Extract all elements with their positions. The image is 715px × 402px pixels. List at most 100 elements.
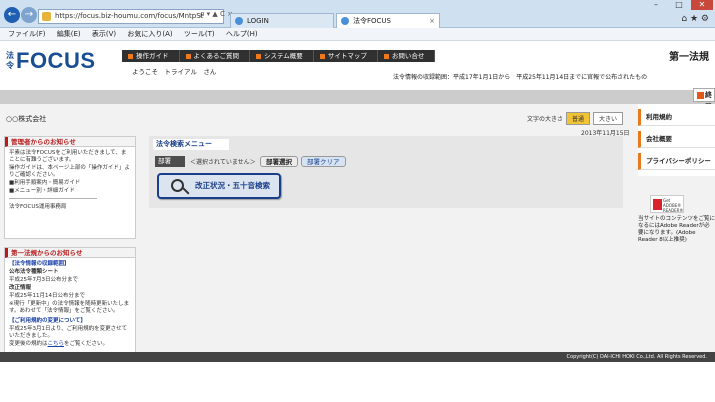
notice-line: 平成25年3月1日より、ご利用規約を変更させていただきました。 <box>9 326 128 339</box>
nav-guide[interactable]: 操作ガイド <box>122 50 180 62</box>
nav-label: お問い合せ <box>391 52 425 60</box>
adobe-reader-note: 当サイトのコンテンツをご覧になるにはAdobe Readerが必要になります。(… <box>638 216 715 243</box>
nav-bullet-icon <box>319 53 325 59</box>
home-star-gear-icons[interactable]: ⌂ ★ ⚙ <box>681 14 709 24</box>
notice-line: ■メニュー別・詳細ガイド <box>9 188 75 194</box>
company-logo[interactable]: 第一法規 <box>669 48 709 63</box>
maximize-button[interactable]: □ <box>668 0 690 10</box>
search-menu-box: 法令検索メニュー 部署 ＜選択されていません＞ 部署選択 部署クリア 改正状況・… <box>149 136 623 208</box>
magnifier-icon <box>171 179 184 192</box>
nav-bullet-icon <box>128 53 133 59</box>
global-nav: 操作ガイド よくあるご質問 システム概要 サイトマップ お問い合せ <box>122 50 436 62</box>
notice-divider: ―――――――――――――――― <box>9 196 97 202</box>
nav-label: 操作ガイド <box>136 52 169 60</box>
address-text: https://focus.biz-houmu.com/focus/MntpSt <box>55 12 204 20</box>
admin-notice-body: 平素は法令FOCUSをご利用いただきまして、まことに有難うございます。 操作ガイ… <box>5 147 135 215</box>
ie-icon <box>235 17 243 25</box>
search-menu-title: 法令検索メニュー <box>153 139 229 150</box>
notice-line: ■利用手順案内・簡易ガイド <box>9 180 81 186</box>
nav-label: よくあるご質問 <box>193 52 240 60</box>
forward-icon[interactable]: → <box>21 7 37 23</box>
right-nav: 利用規約 会社概要 プライバシーポリシー <box>638 104 715 176</box>
tab-login[interactable]: LOGIN <box>230 13 334 28</box>
notice-line: 平成25年7月3日公布分まで <box>9 277 78 283</box>
department-label: 部署 <box>155 156 185 167</box>
menu-file[interactable]: ファイル(F) <box>8 30 46 38</box>
font-size-control: 文字の大きさ 普通 大きい <box>527 112 624 125</box>
right-nav-company[interactable]: 会社概要 <box>638 131 715 148</box>
adobe-badge-text: Get ADOBE® READER® <box>663 198 684 213</box>
tab-label: 法令FOCUS <box>353 17 391 25</box>
address-controls[interactable]: ρ ▾ ▲ C × <box>200 10 233 18</box>
right-nav-privacy[interactable]: プライバシーポリシー <box>638 153 715 170</box>
notice-subheading: 改正情報 <box>9 285 32 291</box>
department-row: 部署 ＜選択されていません＞ 部署選択 部署クリア <box>155 156 355 167</box>
footer: Copyright(C) DAI-ICHI HOKI Co.,Ltd. All … <box>0 352 715 362</box>
company-name: ○○株式会社 <box>6 115 47 123</box>
nav-sitemap[interactable]: サイトマップ <box>314 50 378 62</box>
menu-view[interactable]: 表示(V) <box>92 30 116 38</box>
admin-notice-panel: 管理者からのお知らせ 平素は法令FOCUSをご利用いただきまして、まことに有難う… <box>4 136 136 239</box>
admin-notice-title: 管理者からのお知らせ <box>5 137 135 147</box>
ie-icon <box>341 17 349 25</box>
nav-label: システム概要 <box>264 52 303 60</box>
minimize-button[interactable]: – <box>645 0 667 10</box>
lock-icon <box>42 12 51 21</box>
nav-faq[interactable]: よくあるご質問 <box>180 50 250 62</box>
notice-text: 変更後の規約は <box>9 341 48 347</box>
notice-line: 変更後の規約はこちらをご覧ください。 <box>9 341 131 348</box>
welcome-text: ようこそ トライアル さん <box>132 68 217 76</box>
adobe-reader-badge[interactable]: Get ADOBE® READER® <box>650 195 684 213</box>
nav-bullet-icon <box>383 53 389 59</box>
tab-focus[interactable]: 法令FOCUS × <box>336 13 440 28</box>
back-icon[interactable]: ← <box>4 7 20 23</box>
menu-edit[interactable]: 編集(E) <box>57 30 81 38</box>
notice-line: 平成25年11月14日公布分まで <box>9 293 85 299</box>
company-notice-panel: 第一法規からのお知らせ 【法令情報の収録範囲】 公布法令種類シート 平成25年7… <box>4 247 136 353</box>
nav-contact[interactable]: お問い合せ <box>378 50 436 62</box>
menu-favorites[interactable]: お気に入り(A) <box>127 30 172 38</box>
amendment-search-label: 改正状況・五十音検索 <box>195 181 270 190</box>
notice-line: ※現行「更新中」の法令情報を随時更新いたします。あわせて「法令情報」をご覧くださ… <box>9 301 130 314</box>
end-button[interactable]: 終了 <box>693 88 715 111</box>
close-tab-icon[interactable]: × <box>429 14 435 28</box>
notice-subheading: 公布法令種類シート <box>9 269 59 275</box>
address-bar[interactable]: https://focus.biz-houmu.com/focus/MntpSt <box>38 9 224 24</box>
company-notice-title: 第一法規からのお知らせ <box>5 248 135 258</box>
site-logo[interactable]: 法令FOCUS <box>6 48 96 74</box>
department-select-button[interactable]: 部署選択 <box>260 156 298 167</box>
font-size-label: 文字の大きさ <box>527 116 564 123</box>
notice-line: 平素は法令FOCUSをご利用いただきまして、まことに有難うございます。 <box>9 150 127 163</box>
browser-tabbar: ← → https://focus.biz-houmu.com/focus/Mn… <box>0 0 715 28</box>
exit-icon <box>697 92 704 99</box>
main-content: ○○株式会社 文字の大きさ 普通 大きい 2013年11月15日 管理者からのお… <box>0 104 715 353</box>
nav-bullet-icon <box>256 53 261 59</box>
site-header: 法令FOCUS 操作ガイド よくあるご質問 システム概要 サイトマップ お問い合… <box>0 42 715 90</box>
menu-tools[interactable]: ツール(T) <box>184 30 215 38</box>
notice-item-title[interactable]: 【ご利用規約の変更について】 <box>9 318 131 325</box>
coverage-period: 法令情報の収録範囲：平成17年1月1日から 平成25年11月14日までに官報で公… <box>393 74 648 81</box>
notice-item-title[interactable]: 【法令情報の収録範囲】 <box>9 261 131 268</box>
logo-prefix: 法令 <box>6 51 14 70</box>
tab-label: LOGIN <box>247 17 269 25</box>
notice-signature: 法令FOCUS運用事務局 <box>9 204 67 210</box>
notice-line: 操作ガイドは、本ページ上部の「操作ガイド」よりご確認ください。 <box>9 165 130 178</box>
font-large-button[interactable]: 大きい <box>593 112 624 125</box>
header-divider-bar <box>0 90 715 104</box>
close-window-button[interactable]: ✕ <box>691 0 713 10</box>
company-notice-body: 【法令情報の収録範囲】 公布法令種類シート 平成25年7月3日公布分まで 改正情… <box>5 258 135 352</box>
amendment-search-button[interactable]: 改正状況・五十音検索 <box>157 173 281 199</box>
nav-system[interactable]: システム概要 <box>250 50 314 62</box>
notice-text: をご覧ください。 <box>64 341 109 347</box>
terms-link[interactable]: こちら <box>48 341 65 347</box>
logo-main: FOCUS <box>16 48 96 73</box>
department-clear-button[interactable]: 部署クリア <box>301 156 346 167</box>
font-normal-button[interactable]: 普通 <box>566 112 591 125</box>
department-value: ＜選択されていません＞ <box>190 159 256 166</box>
nav-bullet-icon <box>185 53 191 59</box>
right-nav-terms[interactable]: 利用規約 <box>638 109 715 126</box>
nav-label: サイトマップ <box>327 52 367 60</box>
magnifier-handle <box>182 187 190 195</box>
menubar: ファイル(F) 編集(E) 表示(V) お気に入り(A) ツール(T) ヘルプ(… <box>0 28 715 41</box>
menu-help[interactable]: ヘルプ(H) <box>226 30 258 38</box>
